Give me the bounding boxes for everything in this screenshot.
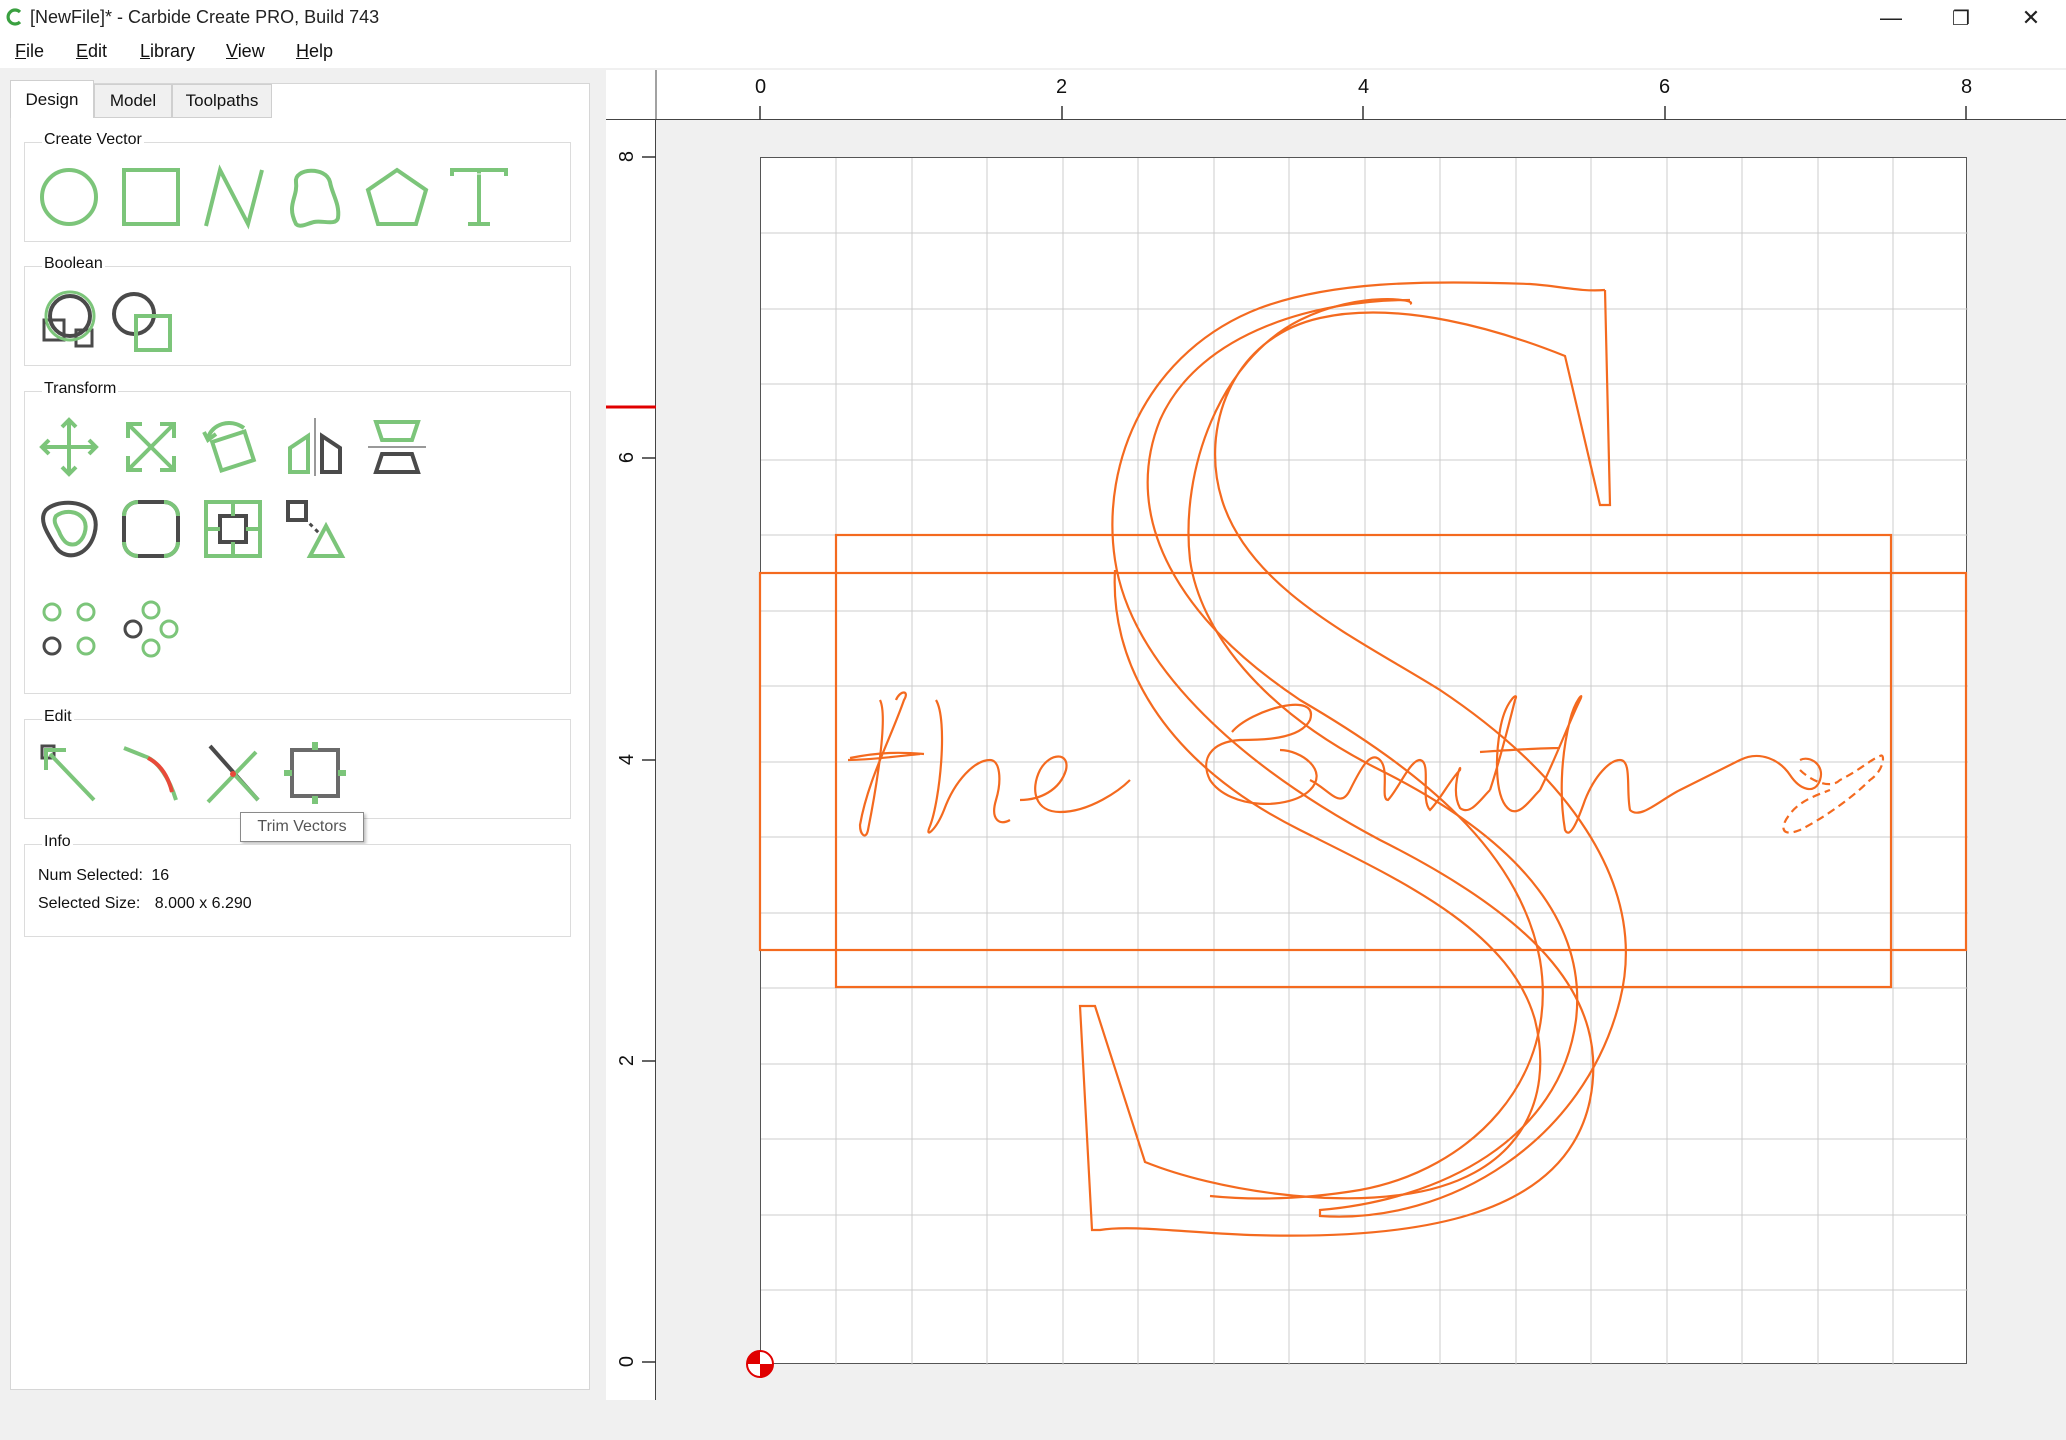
info-title: Info (42, 833, 73, 851)
menu-library[interactable]: Library (140, 41, 195, 62)
array-grid-icon[interactable] (36, 596, 102, 662)
carbide-logo-icon (6, 8, 22, 26)
menu-edit[interactable]: Edit (76, 41, 107, 62)
top-ruler: 0 2 4 6 8 (606, 70, 2066, 120)
tab-model[interactable]: Model (94, 84, 172, 118)
rotate-icon[interactable] (200, 414, 266, 480)
trim-vectors-tooltip: Trim Vectors (240, 812, 364, 842)
grid-lines (761, 158, 1968, 1365)
text-icon[interactable] (446, 164, 512, 230)
edit-title: Edit (42, 708, 74, 726)
boolean-group (24, 266, 571, 366)
selected-size-row: Selected Size: 8.000 x 6.290 (38, 895, 252, 913)
fillet-icon[interactable] (118, 496, 184, 562)
move-icon[interactable] (36, 414, 102, 480)
top-ruler-ticks (655, 70, 1967, 120)
polygon-icon[interactable] (364, 164, 430, 230)
offset-vector-icon[interactable] (110, 290, 176, 356)
array-circular-icon[interactable] (118, 596, 184, 662)
curve-icon[interactable] (282, 164, 348, 230)
menu-help[interactable]: Help (296, 41, 333, 62)
minimize-button[interactable]: — (1856, 0, 1926, 36)
num-selected-row: Num Selected: 16 (38, 867, 169, 885)
mirror-horizontal-icon[interactable] (282, 414, 348, 480)
title-bar: [NewFile]* - Carbide Create PRO, Build 7… (0, 0, 2066, 36)
scale-icon[interactable] (118, 414, 184, 480)
bounding-box-icon[interactable] (282, 740, 348, 806)
edit-nodes-icon[interactable] (36, 740, 102, 806)
menu-bar: File Edit Library View Help (0, 36, 2066, 68)
selected-size-label: Selected Size: (38, 895, 141, 912)
left-ruler-ticks (606, 156, 656, 1363)
transform-title: Transform (42, 380, 119, 398)
smooth-curve-icon[interactable] (118, 740, 184, 806)
trim-vectors-icon[interactable] (200, 740, 266, 806)
menu-file[interactable]: File (15, 41, 44, 62)
num-selected-value: 16 (151, 867, 170, 884)
selected-size-value: 8.000 x 6.290 (154, 895, 252, 912)
tab-design[interactable]: Design (10, 80, 94, 118)
join-vectors-icon[interactable] (36, 290, 102, 356)
polyline-icon[interactable] (200, 164, 266, 230)
restore-button[interactable]: ❐ (1926, 0, 1996, 36)
left-ruler: 8 6 4 2 0 (606, 120, 656, 1400)
align-center-icon[interactable] (200, 496, 266, 562)
create-vector-title: Create Vector (42, 131, 144, 149)
rectangle-icon[interactable] (118, 164, 184, 230)
offset-icon[interactable] (36, 496, 102, 562)
menu-view[interactable]: View (226, 41, 265, 62)
window-title: [NewFile]* - Carbide Create PRO, Build 7… (30, 7, 380, 27)
work-area[interactable] (760, 157, 1968, 1365)
tab-toolpaths[interactable]: Toolpaths (172, 84, 272, 118)
num-selected-label: Num Selected: (38, 867, 143, 884)
boolean-title: Boolean (42, 255, 105, 273)
info-group (24, 844, 571, 937)
circle-icon[interactable] (36, 164, 102, 230)
align-selected-icon[interactable] (282, 496, 348, 562)
close-button[interactable]: ✕ (1996, 0, 2066, 36)
mirror-vertical-icon[interactable] (364, 414, 430, 480)
